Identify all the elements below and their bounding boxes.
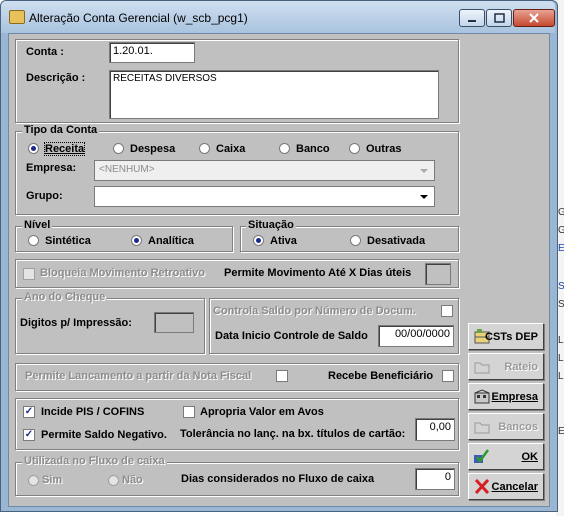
folder-icon [474, 359, 490, 374]
saldo-negativo-label: Permite Saldo Negativo. [41, 429, 167, 441]
background-text: G [558, 225, 564, 236]
radio-analitica-label[interactable]: Analítica [148, 235, 194, 247]
csts-dep-button[interactable]: CSTs DEP [468, 323, 544, 350]
minimize-icon [468, 20, 476, 22]
radio-sintetica-label[interactable]: Sintética [45, 235, 91, 247]
bloqueia-checkbox[interactable] [23, 268, 35, 280]
background-text: G [558, 207, 564, 218]
radio-fluxo-sim-label[interactable]: Sim [42, 474, 62, 486]
controle-saldo-label: Controla Saldo por Número de Docum. [213, 305, 416, 317]
radio-despesa[interactable] [113, 143, 124, 154]
building-icon [474, 389, 490, 404]
radio-caixa[interactable] [199, 143, 210, 154]
pis-cofins-label: Incide PIS / COFINS [41, 406, 145, 418]
nivel-legend: Nível [22, 219, 53, 231]
controle-saldo-checkbox[interactable] [441, 305, 453, 317]
radio-receita[interactable] [28, 143, 39, 154]
radio-fluxo-nao-label[interactable]: Não [122, 474, 143, 486]
avos-checkbox[interactable] [183, 406, 195, 418]
radio-desativada[interactable] [350, 235, 361, 246]
bancos-button[interactable]: Bancos [468, 413, 544, 440]
maximize-icon [494, 13, 505, 23]
empresa-select-value: <NENHUM> [99, 164, 155, 175]
nota-fiscal-label: Permite Lancamento a partir da Nota Fisc… [25, 370, 252, 382]
radio-analitica[interactable] [131, 235, 142, 246]
close-button[interactable] [513, 9, 555, 27]
tipo-conta-legend: Tipo da Conta [22, 124, 100, 136]
check-icon [474, 449, 490, 464]
data-controle-field[interactable]: 00/00/0000 [378, 325, 454, 347]
csts-dep-label: CSTs DEP [485, 331, 538, 343]
radio-banco-label[interactable]: Banco [296, 143, 330, 155]
pis-cofins-checkbox[interactable]: ✓ [23, 406, 35, 418]
tolerancia-field[interactable]: 0,00 [415, 418, 455, 441]
background-text: E [558, 243, 564, 254]
ok-label: OK [521, 451, 539, 463]
saldo-negativo-checkbox[interactable]: ✓ [23, 429, 35, 441]
cancelar-label: Cancelar [491, 481, 538, 493]
rateio-label: Rateio [504, 361, 538, 373]
rateio-button[interactable]: Rateio [468, 353, 544, 380]
dias-uteis-field[interactable] [425, 263, 451, 285]
chevron-down-icon [420, 195, 428, 199]
fluxo-dias-label: Dias considerados no Fluxo de caixa [181, 473, 375, 485]
grupo-select[interactable] [94, 186, 435, 207]
background-text: S [558, 281, 564, 292]
fluxo-legend: Utilizada no Fluxo de caixa [22, 455, 167, 467]
avos-label: Apropria Valor em Avos [200, 406, 324, 418]
maximize-button[interactable] [486, 9, 512, 27]
radio-desativada-label[interactable]: Desativada [367, 235, 425, 247]
cancelar-button[interactable]: Cancelar [468, 473, 544, 500]
background-text: L [558, 335, 564, 346]
fluxo-dias-field[interactable]: 0 [415, 468, 455, 490]
radio-ativa[interactable] [253, 235, 264, 246]
empresa-button-label: Empresa [491, 391, 538, 403]
situacao-legend: Situação [246, 219, 296, 231]
radio-outras-label[interactable]: Outras [366, 143, 401, 155]
radio-outras[interactable] [349, 143, 360, 154]
radio-ativa-label[interactable]: Ativa [270, 235, 297, 247]
background-text: L [558, 353, 564, 364]
grupo-label: Grupo: [26, 190, 63, 202]
digitos-field[interactable] [154, 312, 194, 333]
chevron-down-icon [420, 169, 428, 173]
minimize-button[interactable] [459, 9, 485, 27]
app-icon [9, 10, 25, 24]
descricao-field[interactable]: RECEITAS DIVERSOS [109, 70, 439, 119]
empresa-label: Empresa: [26, 162, 77, 174]
ano-cheque-legend: Ano do Cheque [22, 291, 108, 303]
radio-despesa-label[interactable]: Despesa [130, 143, 175, 155]
radio-fluxo-sim[interactable] [28, 475, 39, 486]
empresa-select[interactable]: <NENHUM> [94, 160, 435, 181]
conta-label: Conta : [26, 46, 64, 58]
tolerancia-label: Tolerância no lanç. na bx. títulos de ca… [180, 428, 406, 440]
nota-fiscal-checkbox[interactable] [276, 370, 288, 382]
radio-caixa-label[interactable]: Caixa [216, 143, 245, 155]
data-controle-label: Data Inicio Controle de Saldo [215, 330, 368, 342]
background-text: E [558, 426, 564, 437]
digitos-label: Digitos p/ Impressão: [20, 317, 132, 329]
cancel-x-icon [474, 478, 490, 495]
background-text: S [558, 299, 564, 310]
beneficiario-label: Recebe Beneficiário [328, 370, 434, 382]
radio-banco[interactable] [279, 143, 290, 154]
radio-receita-label[interactable]: Receita [43, 142, 86, 156]
bloqueia-label: Bloqueia Movimento Retroativo [40, 267, 206, 279]
conta-field[interactable]: 1.20.01. [109, 42, 195, 63]
dias-uteis-label: Permite Movimento Até X Dias úteis [224, 267, 412, 279]
descricao-label: Descrição : [26, 72, 86, 84]
folder-icon [474, 419, 490, 434]
bancos-label: Bancos [498, 421, 538, 433]
ok-button[interactable]: OK [468, 443, 544, 470]
empresa-button[interactable]: Empresa [468, 383, 544, 410]
radio-fluxo-nao[interactable] [108, 475, 119, 486]
window-title: Alteração Conta Gerencial (w_scb_pcg1) [29, 11, 248, 25]
beneficiario-checkbox[interactable] [442, 370, 454, 382]
radio-sintetica[interactable] [28, 235, 39, 246]
close-icon [529, 13, 539, 23]
background-text: L [558, 371, 564, 382]
